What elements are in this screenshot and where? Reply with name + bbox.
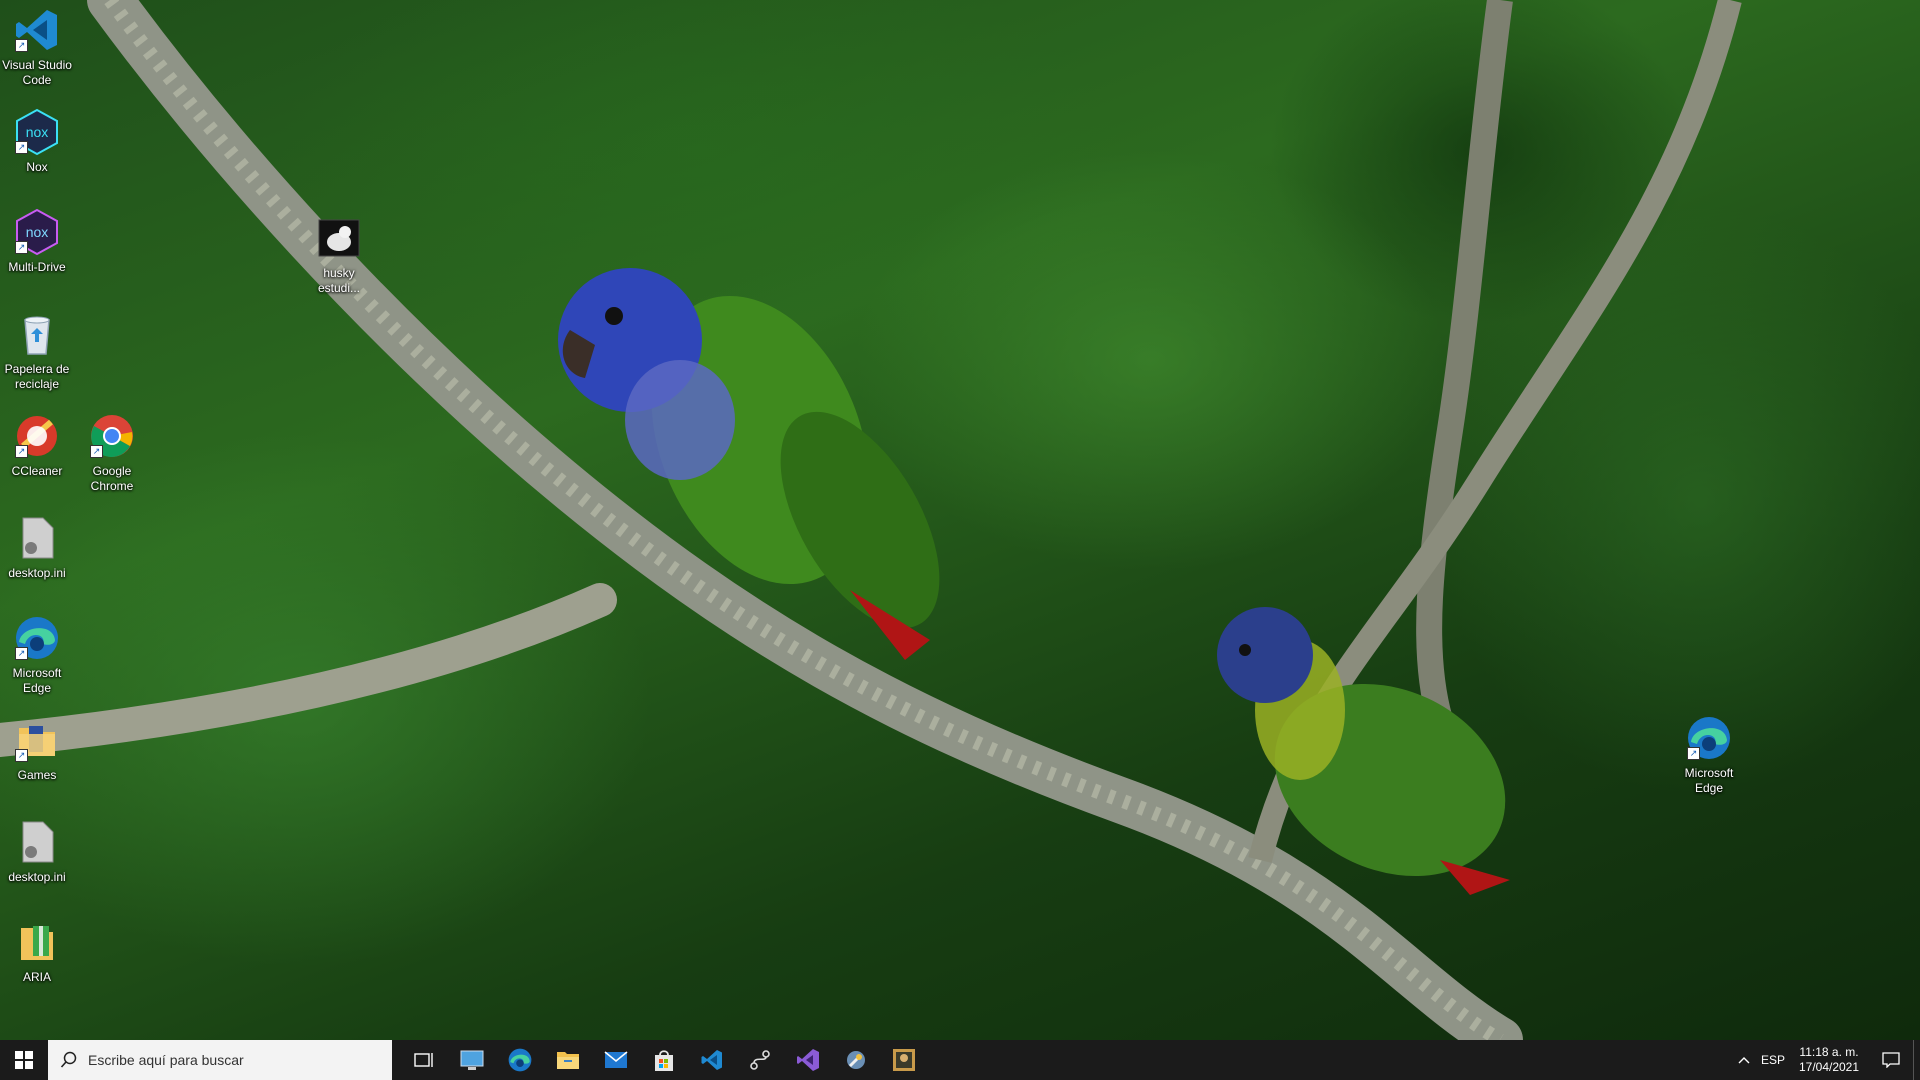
desktop-icon-label: Google Chrome	[90, 464, 134, 493]
desktop-icon-ccleaner[interactable]: ↗ CCleaner	[0, 412, 74, 479]
taskbar-app-explorer[interactable]	[448, 1040, 496, 1080]
clock-time: 11:18 a. m.	[1799, 1045, 1859, 1059]
show-hidden-icons-button[interactable]	[1731, 1040, 1757, 1080]
vscode-icon	[701, 1050, 722, 1070]
folder-icon: ↗	[13, 716, 61, 764]
desktop-icon-aria[interactable]: ARIA	[0, 918, 74, 985]
mail-icon	[604, 1051, 628, 1068]
taskbar-search-box[interactable]: Escribe aquí para buscar	[48, 1040, 392, 1080]
taskbar: Escribe aquí para buscar ESP 11:18 a. m.…	[0, 1040, 1920, 1080]
desktop-icon-multi-drive[interactable]: nox ↗ Multi-Drive	[0, 208, 74, 275]
computer-icon	[460, 1050, 484, 1070]
taskbar-app-git-tool[interactable]	[736, 1040, 784, 1080]
edge-icon: ↗	[1685, 714, 1733, 762]
edge-icon	[508, 1048, 532, 1072]
archive-icon	[13, 918, 61, 966]
search-icon	[60, 1051, 77, 1068]
taskbar-app-mail[interactable]	[592, 1040, 640, 1080]
taskbar-app-image-viewer[interactable]	[880, 1040, 928, 1080]
desktop-icon-games[interactable]: ↗ Games	[0, 716, 74, 783]
desktop-icon-label: Papelera de reciclaje	[4, 362, 70, 391]
desktop-icon-desktop-ini-2[interactable]: desktop.ini	[0, 818, 74, 885]
image-file-icon	[315, 214, 363, 262]
taskbar-app-store[interactable]	[640, 1040, 688, 1080]
start-button[interactable]	[0, 1040, 48, 1080]
taskbar-app-tool[interactable]	[832, 1040, 880, 1080]
ini-file-icon	[13, 514, 61, 562]
desktop-icon-label: Nox	[26, 160, 48, 174]
desktop-icon-husky[interactable]: husky estudi...	[302, 214, 376, 296]
desktop-icon-desktop-ini-1[interactable]: desktop.ini	[0, 514, 74, 581]
language-indicator: ESP	[1760, 1053, 1785, 1067]
clock-date: 17/04/2021	[1798, 1060, 1860, 1074]
chevron-up-icon	[1738, 1057, 1750, 1064]
system-tray: ESP 11:18 a. m. 17/04/2021	[1731, 1040, 1920, 1080]
desktop-icon-label: desktop.ini	[8, 566, 66, 580]
desktop-icon-label: husky estudi...	[317, 266, 361, 295]
desktop-icon-chrome[interactable]: ↗ Google Chrome	[75, 412, 149, 494]
nox-multidrive-icon: nox ↗	[13, 208, 61, 256]
notification-icon	[1882, 1052, 1900, 1068]
chrome-icon: ↗	[88, 412, 136, 460]
ini-file-icon	[13, 818, 61, 866]
folder-icon	[557, 1052, 579, 1069]
taskbar-app-vscode[interactable]	[688, 1040, 736, 1080]
recycle-bin-icon	[13, 310, 61, 358]
edge-icon: ↗	[13, 614, 61, 662]
vscode-icon: ↗	[13, 6, 61, 54]
image-icon	[893, 1049, 915, 1071]
desktop-icon-recycle-bin[interactable]: Papelera de reciclaje	[0, 310, 74, 392]
wallpaper	[0, 0, 1742, 1040]
store-icon	[655, 1050, 673, 1071]
desktop-icon-label: Multi-Drive	[8, 260, 66, 274]
nox-icon: nox ↗	[13, 108, 61, 156]
desktop-icon-label: Microsoft Edge	[1684, 766, 1734, 795]
desktop-icon-vscode[interactable]: ↗ Visual Studio Code	[0, 6, 74, 88]
desktop[interactable]: ↗ Visual Studio Code nox ↗ Nox nox ↗ Mul…	[0, 0, 1920, 1040]
desktop-icon-edge[interactable]: ↗ Microsoft Edge	[0, 614, 74, 696]
svg-text:nox: nox	[26, 224, 49, 240]
desktop-icon-label: ARIA	[22, 970, 51, 984]
desktop-icon-nox[interactable]: nox ↗ Nox	[0, 108, 74, 175]
desktop-icon-label: CCleaner	[11, 464, 63, 478]
wrench-icon	[847, 1051, 865, 1069]
git-icon	[750, 1050, 770, 1070]
task-view-icon	[414, 1053, 433, 1067]
ccleaner-icon: ↗	[13, 412, 61, 460]
desktop-icon-label: desktop.ini	[8, 870, 66, 884]
taskbar-app-file-explorer[interactable]	[544, 1040, 592, 1080]
show-desktop-button[interactable]	[1913, 1040, 1920, 1080]
desktop-icon-edge-right[interactable]: ↗ Microsoft Edge	[1672, 714, 1746, 796]
svg-text:nox: nox	[26, 124, 49, 140]
task-view-button[interactable]	[400, 1040, 448, 1080]
action-center-button[interactable]	[1869, 1040, 1913, 1080]
visual-studio-icon	[797, 1049, 819, 1071]
windows-logo-icon	[15, 1051, 33, 1069]
desktop-icon-label: Microsoft Edge	[12, 666, 62, 695]
taskbar-app-edge[interactable]	[496, 1040, 544, 1080]
clock-button[interactable]: 11:18 a. m. 17/04/2021	[1789, 1040, 1869, 1080]
desktop-icon-label: Games	[17, 768, 57, 782]
desktop-icon-label: Visual Studio Code	[2, 58, 72, 87]
taskbar-app-visual-studio[interactable]	[784, 1040, 832, 1080]
search-placeholder: Escribe aquí para buscar	[88, 1052, 244, 1068]
input-language-button[interactable]: ESP	[1757, 1040, 1789, 1080]
